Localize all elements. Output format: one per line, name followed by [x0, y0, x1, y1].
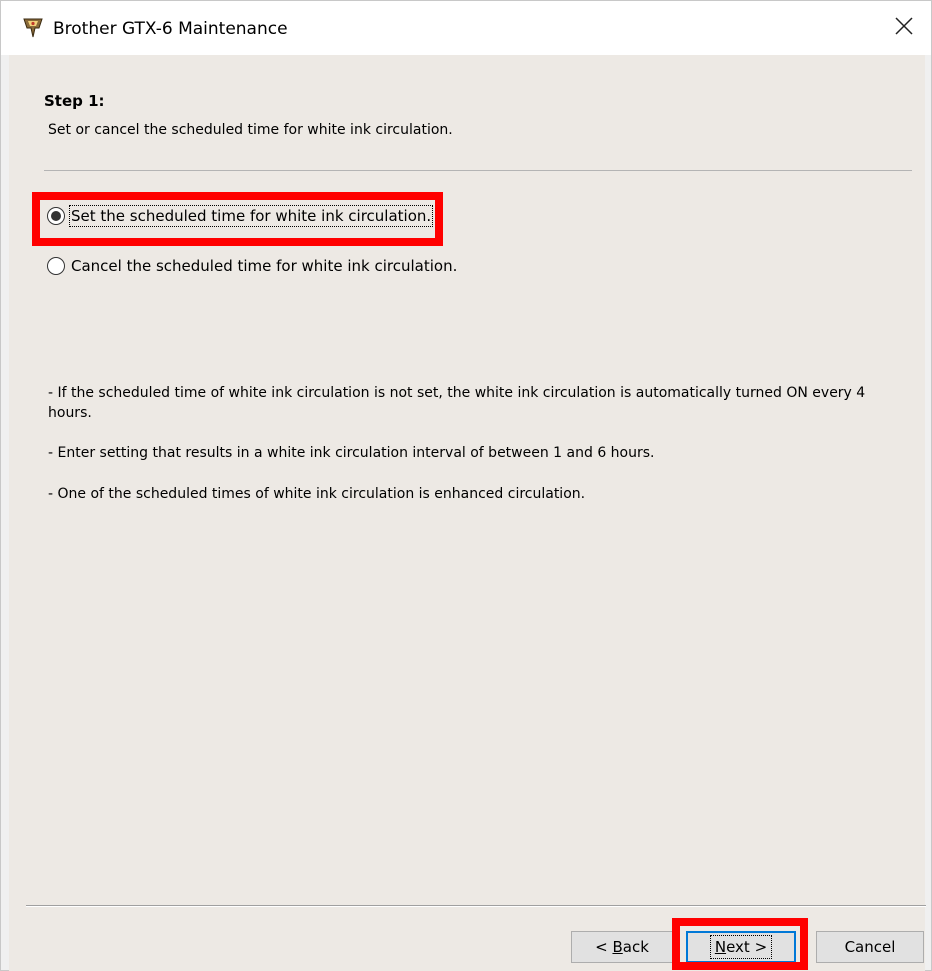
back-button-label: < Back — [595, 938, 649, 956]
option-set-schedule[interactable]: Set the scheduled time for white ink cir… — [47, 205, 434, 227]
note-interval-range: - Enter setting that results in a white … — [48, 445, 655, 461]
brother-gtx-icon — [21, 16, 45, 40]
option-cancel-schedule-label: Cancel the scheduled time for white ink … — [71, 257, 458, 275]
next-button-label: Next > — [709, 935, 773, 959]
note-default-interval: - If the scheduled time of white ink cir… — [48, 385, 866, 421]
header-divider — [44, 170, 912, 171]
cancel-button[interactable]: Cancel — [816, 931, 924, 963]
option-set-schedule-label: Set the scheduled time for white ink cir… — [68, 205, 434, 227]
title-bar: Brother GTX-6 Maintenance — [1, 1, 931, 55]
note-enhanced-circulation: - One of the scheduled times of white in… — [48, 486, 586, 502]
cancel-button-label: Cancel — [844, 938, 896, 956]
radio-unchecked-icon[interactable] — [47, 257, 65, 275]
window-title: Brother GTX-6 Maintenance — [53, 19, 288, 39]
maintenance-dialog: Brother GTX-6 Maintenance Step 1: Set or… — [0, 0, 932, 971]
dialog-content: Step 1: Set or cancel the scheduled time… — [9, 55, 926, 971]
back-button[interactable]: < Back — [571, 931, 673, 963]
footer-divider — [26, 905, 926, 907]
step-title: Step 1: — [44, 92, 105, 110]
next-button[interactable]: Next > — [686, 931, 796, 963]
close-icon — [895, 17, 913, 39]
close-button[interactable] — [877, 1, 931, 55]
step-description: Set or cancel the scheduled time for whi… — [48, 122, 453, 138]
option-cancel-schedule[interactable]: Cancel the scheduled time for white ink … — [47, 257, 457, 275]
radio-checked-icon[interactable] — [47, 207, 65, 225]
